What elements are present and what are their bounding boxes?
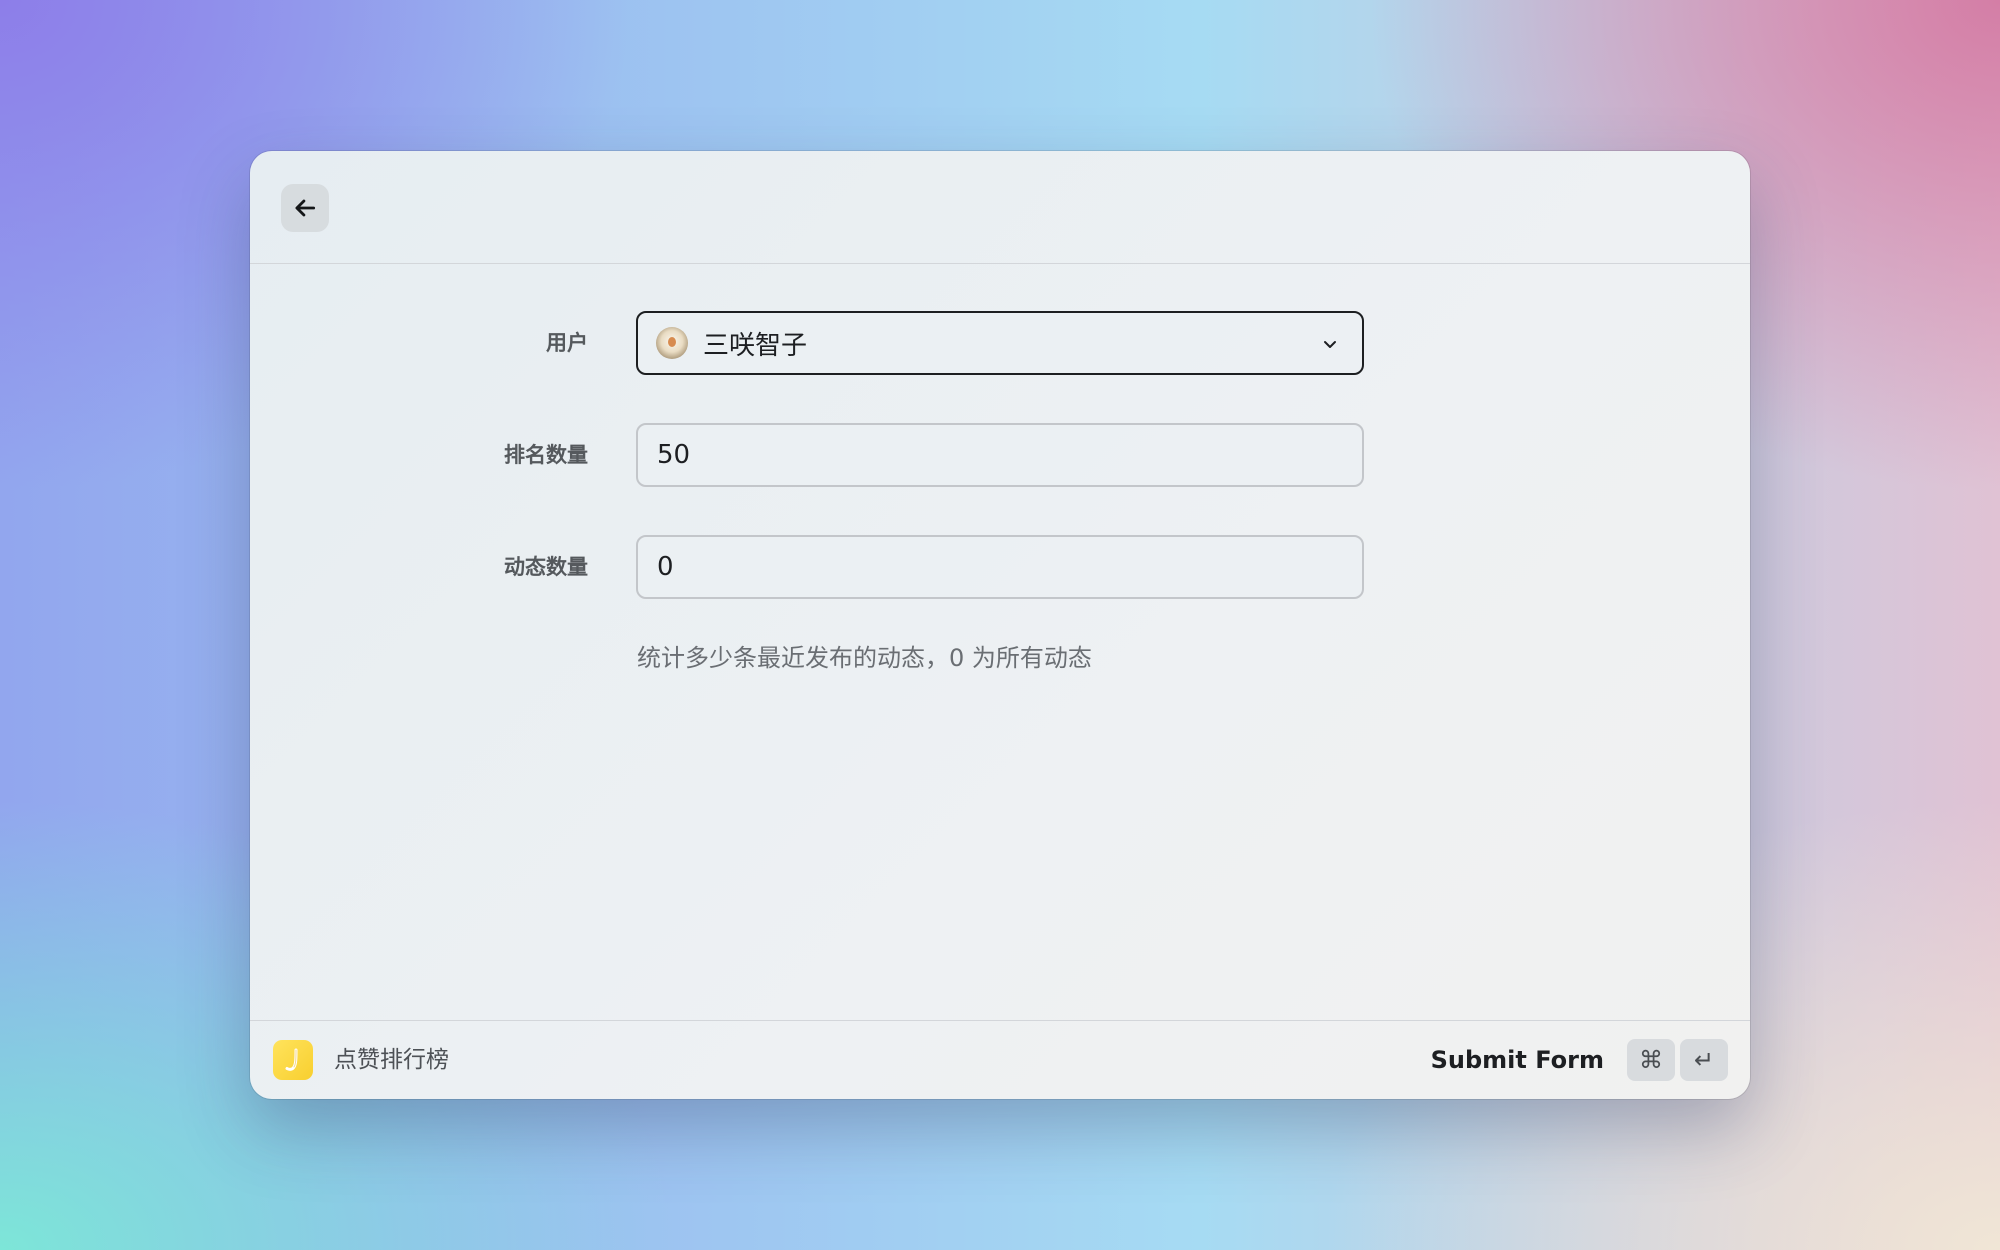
post-count-hint: 统计多少条最近发布的动态，0 为所有动态 bbox=[637, 644, 1092, 672]
rank-count-value: 50 bbox=[657, 440, 691, 470]
app-logo-icon bbox=[285, 1048, 298, 1071]
user-row: 用户 三咲智子 bbox=[250, 311, 1750, 375]
user-avatar bbox=[656, 327, 688, 359]
return-key-icon: ↵ bbox=[1680, 1039, 1728, 1081]
chevron-down-icon bbox=[1324, 341, 1336, 348]
submit-form-button[interactable]: Submit Form bbox=[1431, 1021, 1604, 1099]
app-name: 点赞排行榜 bbox=[334, 1047, 449, 1073]
user-select[interactable]: 三咲智子 bbox=[636, 311, 1364, 375]
post-count-value: 0 bbox=[657, 552, 674, 582]
rank-count-label: 排名数量 bbox=[504, 443, 588, 467]
top-bar bbox=[250, 151, 1750, 264]
user-label: 用户 bbox=[546, 331, 588, 355]
post-count-label: 动态数量 bbox=[504, 555, 588, 579]
rank-count-row: 排名数量 50 bbox=[250, 423, 1750, 487]
back-button[interactable] bbox=[281, 184, 329, 232]
post-count-input[interactable]: 0 bbox=[636, 535, 1364, 599]
bottom-bar: 点赞排行榜 Submit Form ⌘ ↵ bbox=[250, 1020, 1750, 1099]
post-count-row: 动态数量 0 bbox=[250, 535, 1750, 599]
form-window: 用户 三咲智子 排名数量 50 动态数量 0 统计多少条最近发布的动态，0 为所… bbox=[250, 151, 1750, 1099]
arrow-left-icon bbox=[295, 199, 316, 217]
rank-count-input[interactable]: 50 bbox=[636, 423, 1364, 487]
command-key-icon: ⌘ bbox=[1627, 1039, 1675, 1081]
app-icon bbox=[273, 1040, 313, 1080]
user-select-value: 三咲智子 bbox=[703, 330, 808, 361]
